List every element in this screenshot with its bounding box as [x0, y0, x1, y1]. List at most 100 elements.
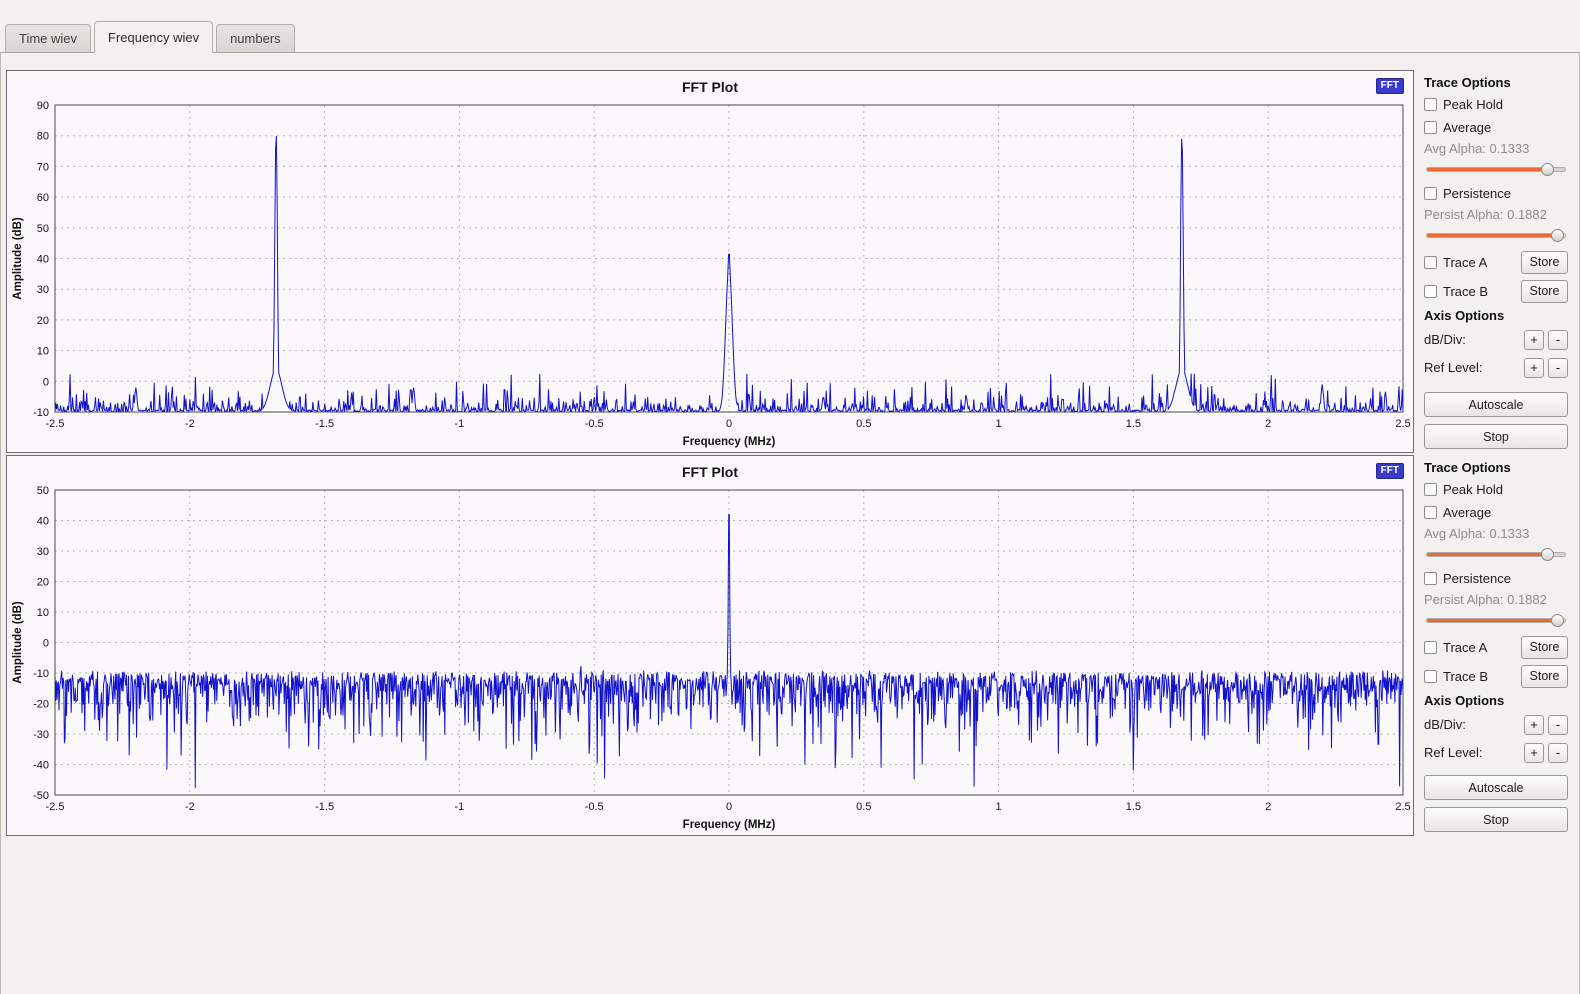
db-div-decrease-button-1[interactable]: - — [1548, 330, 1568, 350]
svg-text:-50: -50 — [33, 790, 49, 802]
svg-text:2: 2 — [1265, 801, 1271, 813]
store-trace-a-button-2[interactable]: Store — [1521, 636, 1568, 659]
trace-options-sidebar-1: Trace Options Peak Hold Average Avg Alph… — [1414, 70, 1574, 453]
avg-alpha-slider-handle-2[interactable] — [1541, 548, 1554, 561]
trace-b-label-1: Trace B — [1443, 284, 1488, 299]
svg-text:-2: -2 — [185, 418, 195, 430]
ref-level-row-1: Ref Level: + - — [1424, 356, 1568, 379]
peak-hold-checkbox-1[interactable] — [1424, 98, 1437, 111]
autoscale-button-1[interactable]: Autoscale — [1424, 392, 1568, 417]
svg-text:-30: -30 — [33, 729, 49, 741]
store-trace-b-button-1[interactable]: Store — [1521, 280, 1568, 303]
ref-level-increase-button-2[interactable]: + — [1524, 743, 1544, 763]
axis-options-title-2: Axis Options — [1424, 693, 1568, 708]
average-checkbox-2[interactable] — [1424, 506, 1437, 519]
svg-text:-10: -10 — [33, 407, 49, 419]
svg-text:-20: -20 — [33, 699, 49, 711]
peak-hold-row-2: Peak Hold — [1424, 480, 1568, 498]
persistence-checkbox-1[interactable] — [1424, 187, 1437, 200]
avg-alpha-slider-fill-2 — [1427, 553, 1547, 556]
autoscale-button-2[interactable]: Autoscale — [1424, 775, 1568, 800]
svg-text:-40: -40 — [33, 760, 49, 772]
trace-a-row-2: Trace A Store — [1424, 635, 1568, 659]
svg-text:90: 90 — [37, 100, 49, 112]
average-label-2: Average — [1443, 505, 1491, 520]
stop-button-2[interactable]: Stop — [1424, 807, 1568, 832]
trace-options-sidebar-2: Trace Options Peak Hold Average Avg Alph… — [1414, 455, 1574, 836]
db-div-decrease-button-2[interactable]: - — [1548, 715, 1568, 735]
trace-a-row-1: Trace A Store — [1424, 250, 1568, 274]
svg-text:1.5: 1.5 — [1126, 801, 1141, 813]
db-div-label-2: dB/Div: — [1424, 717, 1466, 732]
ref-level-increase-button-1[interactable]: + — [1524, 358, 1544, 378]
average-row-2: Average — [1424, 503, 1568, 521]
persist-alpha-slider-fill-2 — [1427, 619, 1557, 622]
tab-numbers[interactable]: numbers — [216, 24, 295, 52]
ref-level-decrease-button-1[interactable]: - — [1548, 358, 1568, 378]
persistence-checkbox-2[interactable] — [1424, 572, 1437, 585]
svg-text:Frequency (MHz): Frequency (MHz) — [683, 819, 776, 831]
persist-alpha-slider-track-1[interactable] — [1426, 233, 1566, 238]
fft-plot-title-1: FFT Plot — [7, 71, 1413, 99]
avg-alpha-slider-1[interactable] — [1426, 162, 1566, 177]
ref-level-decrease-button-2[interactable]: - — [1548, 743, 1568, 763]
trace-a-checkbox-2[interactable] — [1424, 641, 1437, 654]
svg-text:40: 40 — [37, 254, 49, 266]
trace-a-label-1: Trace A — [1443, 255, 1487, 270]
store-trace-b-button-2[interactable]: Store — [1521, 665, 1568, 688]
svg-text:20: 20 — [37, 315, 49, 327]
store-trace-a-button-1[interactable]: Store — [1521, 251, 1568, 274]
average-label-1: Average — [1443, 120, 1491, 135]
fft-scope-section-2: FFT Plot FFT -2.5-2-1.5-1-0.500.511.522.… — [6, 455, 1574, 836]
db-div-increase-button-2[interactable]: + — [1524, 715, 1544, 735]
svg-text:30: 30 — [37, 284, 49, 296]
tab-frequency-view[interactable]: Frequency wiev — [94, 21, 213, 53]
persist-alpha-slider-2[interactable] — [1426, 613, 1566, 628]
avg-alpha-label-1: Avg Alpha: 0.1333 — [1424, 141, 1568, 157]
svg-text:40: 40 — [37, 516, 49, 528]
db-div-increase-button-1[interactable]: + — [1524, 330, 1544, 350]
db-div-label-1: dB/Div: — [1424, 332, 1466, 347]
persist-alpha-slider-handle-1[interactable] — [1551, 229, 1564, 242]
persist-alpha-slider-1[interactable] — [1426, 228, 1566, 243]
persist-alpha-slider-track-2[interactable] — [1426, 618, 1566, 623]
fft-plot-canvas-1[interactable]: -2.5-2-1.5-1-0.500.511.522.5-10010203040… — [9, 99, 1411, 450]
svg-text:1.5: 1.5 — [1126, 418, 1141, 430]
persistence-label-2: Persistence — [1443, 571, 1511, 586]
svg-text:50: 50 — [37, 485, 49, 497]
svg-text:80: 80 — [37, 131, 49, 143]
trace-b-checkbox-1[interactable] — [1424, 285, 1437, 298]
svg-text:-1.5: -1.5 — [315, 418, 334, 430]
ref-level-label-2: Ref Level: — [1424, 745, 1483, 760]
ref-level-row-2: Ref Level: + - — [1424, 741, 1568, 764]
average-checkbox-1[interactable] — [1424, 121, 1437, 134]
persist-alpha-slider-fill-1 — [1427, 234, 1557, 237]
fft-plot-panel-2: FFT Plot FFT -2.5-2-1.5-1-0.500.511.522.… — [6, 455, 1414, 836]
svg-text:0: 0 — [726, 801, 732, 813]
trace-b-label-2: Trace B — [1443, 669, 1488, 684]
tab-time-view[interactable]: Time wiev — [5, 24, 91, 52]
stop-button-1[interactable]: Stop — [1424, 424, 1568, 449]
peak-hold-checkbox-2[interactable] — [1424, 483, 1437, 496]
svg-text:-1.5: -1.5 — [315, 801, 334, 813]
svg-text:Amplitude (dB): Amplitude (dB) — [12, 601, 24, 684]
avg-alpha-slider-2[interactable] — [1426, 547, 1566, 562]
main-content: FFT Plot FFT -2.5-2-1.5-1-0.500.511.522.… — [0, 53, 1580, 994]
fft-badge-2: FFT — [1376, 463, 1404, 479]
svg-text:-2: -2 — [185, 801, 195, 813]
svg-text:-2.5: -2.5 — [46, 801, 65, 813]
fft-scope-section-1: FFT Plot FFT -2.5-2-1.5-1-0.500.511.522.… — [6, 70, 1574, 453]
avg-alpha-slider-handle-1[interactable] — [1541, 163, 1554, 176]
svg-text:70: 70 — [37, 161, 49, 173]
average-row-1: Average — [1424, 118, 1568, 136]
persistence-row-2: Persistence — [1424, 569, 1568, 587]
persist-alpha-slider-handle-2[interactable] — [1551, 614, 1564, 627]
fft-plot-canvas-2[interactable]: -2.5-2-1.5-1-0.500.511.522.5-50-40-30-20… — [9, 484, 1411, 833]
persist-alpha-label-2: Persist Alpha: 0.1882 — [1424, 592, 1568, 608]
svg-text:10: 10 — [37, 607, 49, 619]
trace-b-checkbox-2[interactable] — [1424, 670, 1437, 683]
svg-text:-2.5: -2.5 — [46, 418, 65, 430]
trace-a-checkbox-1[interactable] — [1424, 256, 1437, 269]
svg-text:1: 1 — [996, 801, 1002, 813]
svg-text:20: 20 — [37, 577, 49, 589]
